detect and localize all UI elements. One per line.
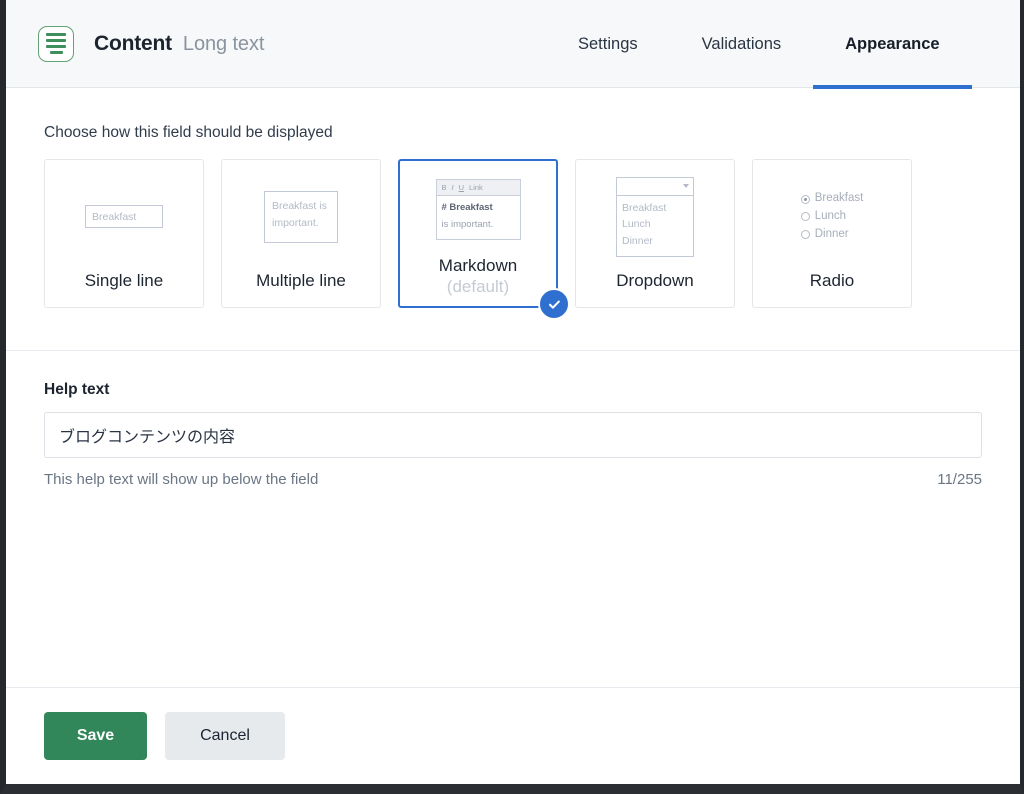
italic-icon: I — [451, 183, 454, 193]
tab-validations[interactable]: Validations — [670, 0, 814, 88]
underline-icon: U — [458, 183, 465, 193]
tab-appearance[interactable]: Appearance — [813, 0, 973, 89]
selected-check-icon — [538, 288, 570, 320]
appearance-section-label: Choose how this field should be displaye… — [44, 124, 333, 141]
radio-preview-option: Breakfast — [800, 190, 864, 208]
dropdown-preview: Breakfast Lunch Dinner — [576, 160, 734, 270]
dropdown-preview-option: Lunch — [622, 218, 651, 231]
markdown-preview-body: # Breakfast is important. — [437, 196, 520, 239]
radio-selected-icon — [800, 194, 810, 204]
field-type: Long text — [182, 32, 265, 55]
multiline-preview-line-1: Breakfast is — [272, 199, 327, 212]
radio-label: Radio — [809, 270, 855, 290]
markdown-preview-editor: B I U Link # Breakfast is important. — [435, 179, 521, 241]
markdown-label-text: Markdown — [438, 255, 518, 275]
dropdown-preview-widget: Breakfast Lunch Dinner — [616, 176, 694, 258]
markdown-label: Markdown (default) — [439, 255, 517, 307]
multiple-line-preview: Breakfast is important. — [222, 160, 380, 270]
single-line-preview-input: Breakfast — [85, 205, 163, 229]
markdown-preview-toolbar: B I U Link — [436, 180, 520, 197]
modal-header: Content Long text Settings Validations A… — [6, 0, 1020, 89]
appearance-option-markdown[interactable]: B I U Link # Breakfast is important. Mar… — [398, 159, 570, 320]
appearance-option-multiple-line[interactable]: Breakfast is important. Multiple line — [221, 159, 381, 308]
radio-preview-group: Breakfast Lunch Dinner — [800, 190, 864, 244]
help-text-label: Help text — [44, 381, 110, 398]
markdown-preview: B I U Link # Breakfast is important. — [400, 161, 556, 255]
header-title-group: Content Long text — [6, 25, 264, 62]
bold-icon: B — [441, 183, 447, 193]
help-text-hint: This help text will show up below the fi… — [44, 471, 319, 488]
chevron-down-icon — [683, 184, 689, 189]
dropdown-preview-option-list: Breakfast Lunch Dinner — [616, 195, 694, 258]
markdown-default-tag: (default) — [446, 276, 510, 296]
single-line-label: Single line — [84, 270, 164, 290]
radio-preview-option-label: Dinner — [814, 227, 849, 240]
dropdown-label: Dropdown — [616, 270, 694, 290]
help-text-section: Help text This help text will show up be… — [6, 351, 1020, 488]
icon-line-3 — [46, 45, 66, 48]
radio-preview-option-label: Lunch — [814, 209, 847, 222]
icon-line-2 — [46, 39, 66, 42]
page-title: Content Long text — [94, 32, 264, 56]
multiple-line-label: Multiple line — [256, 270, 346, 290]
radio-preview-option: Dinner — [800, 226, 864, 244]
radio-preview: Breakfast Lunch Dinner — [753, 160, 911, 270]
radio-empty-icon — [800, 212, 810, 222]
field-name: Content — [94, 31, 172, 55]
radio-empty-icon — [800, 230, 810, 240]
multiline-preview-line-2: important. — [272, 217, 319, 230]
appearance-section: Choose how this field should be displaye… — [6, 88, 1020, 320]
icon-line-4 — [49, 51, 63, 54]
appearance-option-radio[interactable]: Breakfast Lunch Dinner Radio — [752, 159, 912, 308]
radio-preview-option: Lunch — [800, 208, 864, 226]
modal-window: Content Long text Settings Validations A… — [0, 0, 1024, 794]
help-text-footer: This help text will show up below the fi… — [44, 471, 982, 488]
modal-footer: Save Cancel — [6, 687, 1020, 784]
help-text-counter: 11/255 — [937, 471, 982, 488]
markdown-preview-heading: # Breakfast — [441, 202, 493, 214]
appearance-option-single-line[interactable]: Breakfast Single line — [44, 159, 204, 308]
cancel-button[interactable]: Cancel — [165, 712, 285, 760]
dropdown-preview-option: Dinner — [622, 235, 653, 248]
help-text-input[interactable] — [44, 412, 982, 458]
modal-inner: Content Long text Settings Validations A… — [6, 0, 1020, 784]
tab-settings[interactable]: Settings — [546, 0, 670, 88]
single-line-preview: Breakfast — [45, 160, 203, 270]
radio-preview-option-label: Breakfast — [814, 192, 864, 205]
save-button[interactable]: Save — [44, 712, 147, 760]
multiple-line-preview-textarea: Breakfast is important. — [264, 190, 338, 243]
dropdown-preview-option: Breakfast — [622, 201, 667, 214]
link-icon: Link — [469, 183, 483, 193]
appearance-option-list: Breakfast Single line Breakfast is impor… — [44, 159, 982, 320]
markdown-preview-paragraph: is important. — [441, 218, 494, 230]
long-text-field-icon — [38, 25, 74, 62]
tab-bar: Settings Validations Appearance — [546, 0, 973, 89]
appearance-option-dropdown[interactable]: Breakfast Lunch Dinner Dropdown — [575, 159, 735, 308]
icon-line-1 — [46, 33, 66, 36]
dropdown-preview-select — [616, 176, 694, 196]
